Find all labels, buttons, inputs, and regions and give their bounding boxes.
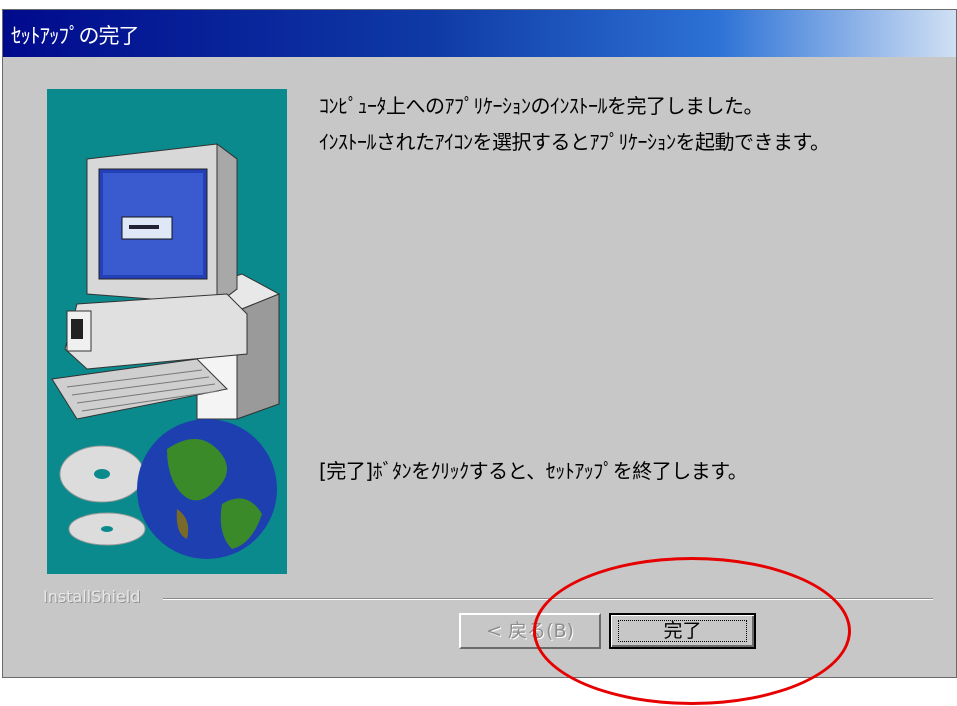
back-button[interactable]: < 戻る(B) (459, 613, 601, 649)
finish-instruction-message: [完了]ﾎﾞﾀﾝをｸﾘｯｸすると、ｾｯﾄｱｯﾌﾟを終了します。 (319, 459, 748, 483)
focus-rectangle (618, 620, 747, 642)
completion-message: ｺﾝﾋﾟｭｰﾀ上へのｱﾌﾟﾘｹｰｼｮﾝのｲﾝｽﾄｰﾙを完了しました。 (319, 94, 764, 118)
launch-instruction-message: ｲﾝｽﾄｰﾙされたｱｲｺﾝを選択するとｱﾌﾟﾘｹｰｼｮﾝを起動できます。 (319, 130, 830, 154)
setup-illustration (47, 89, 287, 574)
installshield-brand: InstallShield (43, 587, 145, 606)
title-bar[interactable]: ｾｯﾄｱｯﾌﾟの完了 (3, 10, 956, 57)
window-title: ｾｯﾄｱｯﾌﾟの完了 (11, 24, 139, 48)
divider-line (163, 598, 933, 600)
back-button-label: < 戻る(B) (486, 620, 574, 642)
setup-complete-dialog: ｾｯﾄｱｯﾌﾟの完了 ｺﾝﾋﾟｭｰﾀ上へのｱﾌﾟﾘｹｰｼｮﾝのｲﾝｽﾄｰﾙを完了… (2, 9, 957, 678)
finish-button[interactable]: 完了 (609, 613, 756, 649)
